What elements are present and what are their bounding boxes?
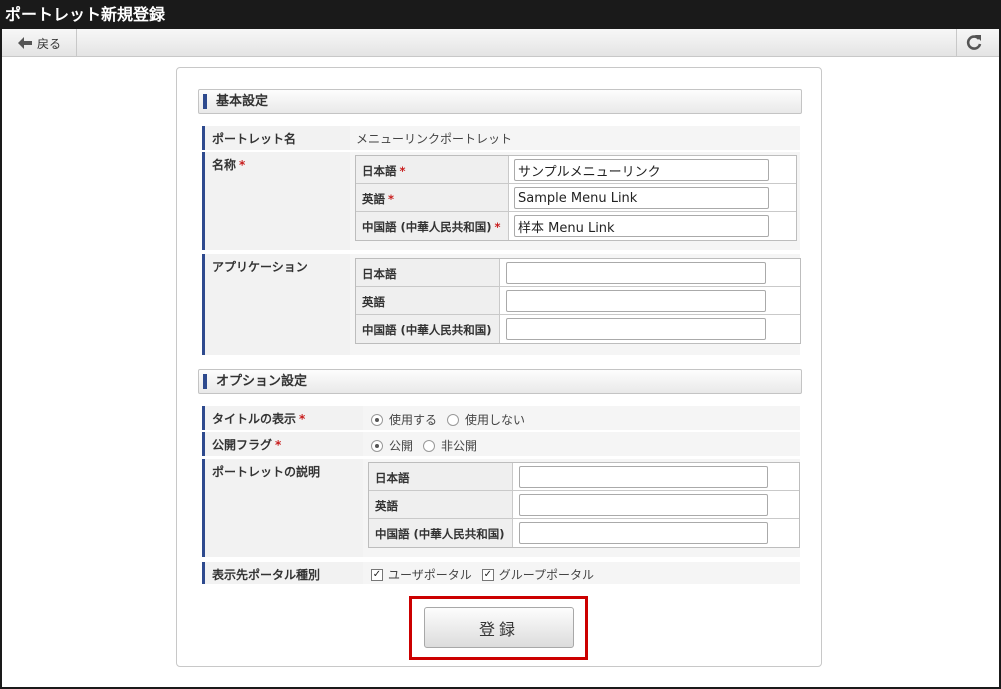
back-button[interactable]: 戻る [10, 32, 69, 54]
toolbar-divider [76, 29, 77, 57]
radio-option-label: 使用する [389, 413, 438, 427]
required-mark: * [239, 158, 246, 172]
portal-type-label: 表示先ポータル種別 [202, 562, 360, 584]
description-row-en: 英語 [369, 491, 799, 519]
application-row-en: 英語 [356, 287, 800, 315]
name-lang-label: 英語 * [356, 184, 509, 211]
name-row: 名称* 日本語* 英語* 中国語 (中華人民共和国)* [202, 152, 800, 250]
title-display-nouse-radio[interactable] [447, 413, 460, 426]
radio-option-label: 使用しない [465, 413, 526, 427]
portlet-name-row: ポートレット名 メニューリンクポートレット [202, 126, 800, 150]
name-lang-label: 日本語 * [356, 156, 509, 183]
checkbox-label: ユーザポータル [388, 568, 472, 582]
window-title: ポートレット新規登録 [0, 0, 1001, 29]
back-label: 戻る [37, 36, 62, 51]
portlet-name-label: ポートレット名 [202, 126, 347, 150]
description-en-input[interactable] [519, 494, 768, 516]
reload-icon [966, 35, 982, 50]
submit-highlight: 登録 [409, 596, 588, 660]
portal-type-row: 表示先ポータル種別 ✓ ユーザポータル ✓ グループポータル [202, 562, 800, 584]
description-lang-label: 日本語 [369, 463, 513, 490]
radio-option-label: 非公開 [441, 439, 478, 453]
application-lang-label: 日本語 [356, 259, 500, 286]
description-zh-input[interactable] [519, 522, 768, 544]
name-table: 日本語* 英語* 中国語 (中華人民共和国)* [355, 155, 797, 241]
application-en-input[interactable] [506, 290, 766, 312]
application-ja-input[interactable] [506, 262, 766, 284]
application-label: アプリケーション [202, 254, 347, 355]
toolbar: 戻る [2, 29, 999, 57]
private-radio[interactable] [423, 439, 436, 452]
name-row-ja: 日本語 * [356, 156, 796, 184]
register-button[interactable]: 登録 [424, 607, 574, 648]
section-option-settings: オプション設定 [198, 369, 802, 394]
description-label: ポートレットの説明 [202, 459, 360, 557]
name-ja-input[interactable] [514, 159, 769, 181]
arrow-left-icon [18, 37, 32, 49]
name-en-input[interactable] [514, 187, 769, 209]
title-display-label: タイトルの表示 * [202, 406, 360, 430]
name-zh-input[interactable] [514, 215, 769, 237]
checkbox-label: グループポータル [498, 568, 595, 582]
name-label: 名称 * [202, 152, 347, 250]
title-display-row: タイトルの表示 * 使用する 使用しない [202, 406, 800, 430]
application-zh-input[interactable] [506, 318, 766, 340]
application-lang-label: 中国語 (中華人民共和国) [356, 315, 500, 343]
radio-option-label: 公開 [389, 439, 414, 453]
description-row-zh: 中国語 (中華人民共和国) [369, 519, 799, 547]
group-portal-checkbox[interactable]: ✓ [481, 568, 494, 581]
toolbar-divider [956, 29, 957, 57]
description-row: ポートレットの説明 日本語 英語 中国語 (中華人民共和国) [202, 459, 800, 557]
form-panel: 基本設定 ポートレット名 メニューリンクポートレット 名称* 日本語* 英語* … [176, 67, 822, 667]
application-row: アプリケーション 日本語 英語 中国語 (中華人民共和国) [202, 254, 801, 355]
application-lang-label: 英語 [356, 287, 500, 314]
description-row-ja: 日本語 [369, 463, 799, 491]
name-row-en: 英語 * [356, 184, 796, 212]
name-lang-label: 中国語 (中華人民共和国) * [356, 212, 509, 240]
public-radio[interactable] [371, 439, 383, 452]
application-table: 日本語 英語 中国語 (中華人民共和国) [355, 258, 801, 344]
name-row-zh: 中国語 (中華人民共和国) * [356, 212, 796, 240]
description-ja-input[interactable] [519, 466, 768, 488]
section-basic-settings: 基本設定 [198, 89, 802, 114]
public-flag-label: 公開フラグ * [202, 432, 360, 456]
title-display-use-radio[interactable] [371, 413, 383, 426]
application-row-ja: 日本語 [356, 259, 800, 287]
reload-button[interactable] [964, 33, 984, 53]
description-table: 日本語 英語 中国語 (中華人民共和国) [368, 462, 800, 548]
application-row-zh: 中国語 (中華人民共和国) [356, 315, 800, 343]
portlet-name-value: メニューリンクポートレット [356, 132, 513, 146]
description-lang-label: 中国語 (中華人民共和国) [369, 519, 513, 547]
description-lang-label: 英語 [369, 491, 513, 518]
public-flag-row: 公開フラグ * 公開 非公開 [202, 432, 800, 456]
user-portal-checkbox[interactable]: ✓ [371, 568, 383, 581]
